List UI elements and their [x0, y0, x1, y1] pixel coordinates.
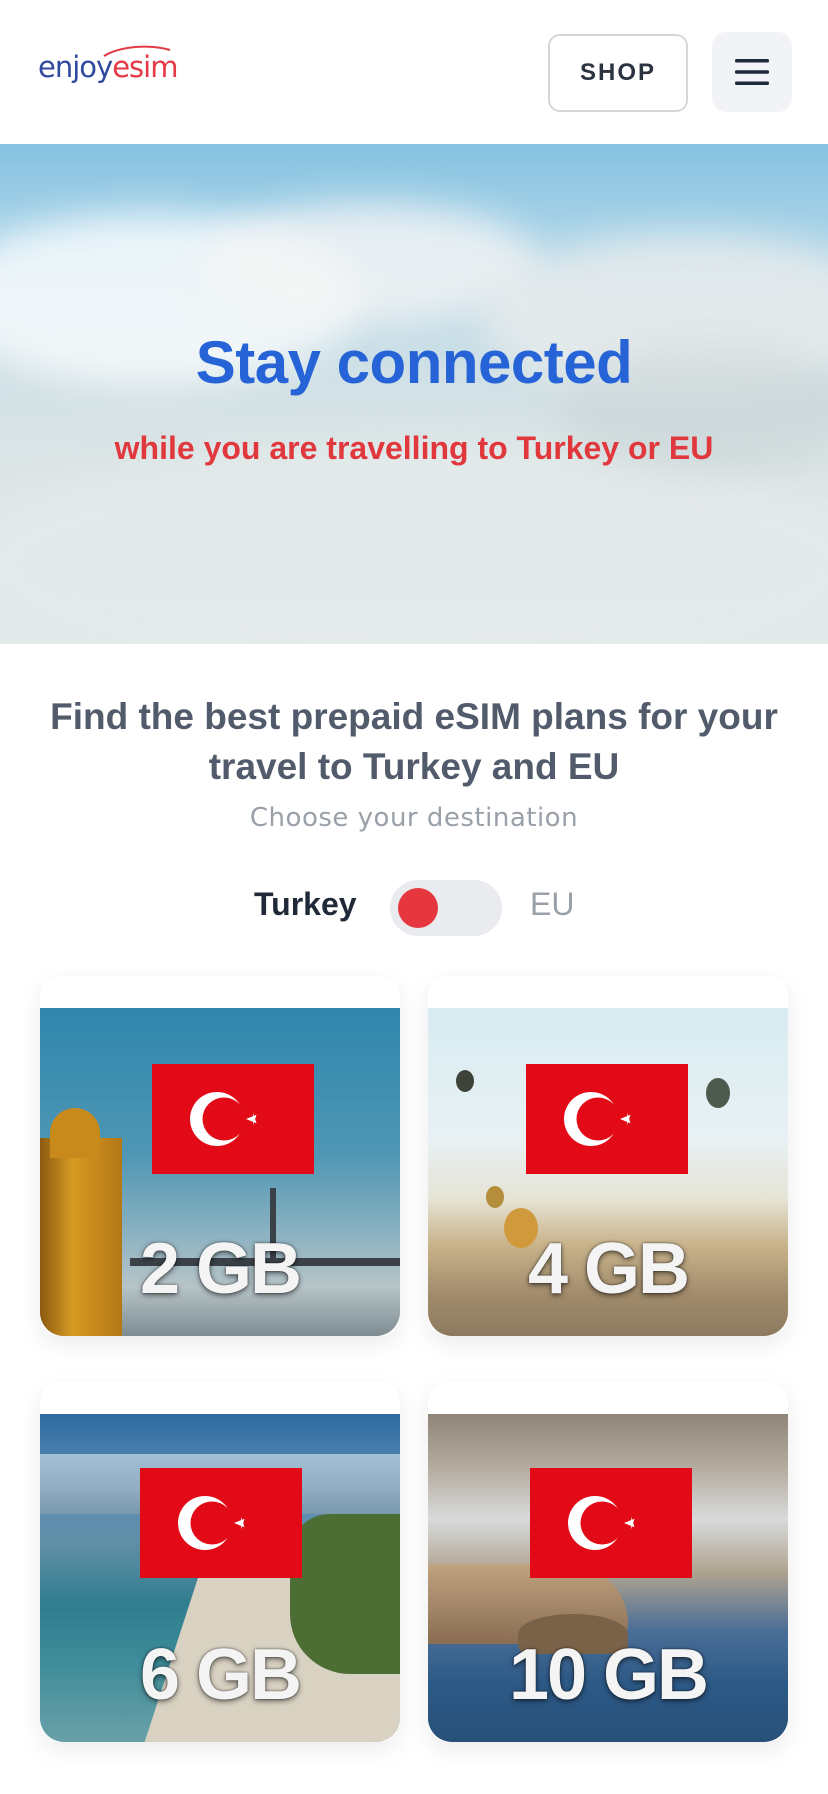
balloon-icon — [706, 1078, 730, 1108]
logo-text: enjoyesim — [38, 50, 178, 84]
plan-card-image: 10 GB — [428, 1414, 788, 1742]
turkey-flag-icon — [526, 1064, 688, 1174]
plan-card-6gb[interactable]: 6 GB — [40, 1382, 400, 1742]
destination-toggle-row: Turkey EU — [0, 880, 828, 936]
turkey-flag-icon — [530, 1468, 692, 1578]
hamburger-menu-icon — [735, 59, 769, 85]
header: enjoyesim SHOP — [0, 0, 828, 144]
toggle-label-eu[interactable]: EU — [530, 886, 574, 923]
logo-enjoy: enjoy — [38, 50, 113, 84]
logo-esim: esim — [112, 50, 178, 84]
balloon-icon — [456, 1070, 474, 1092]
balloon-icon — [486, 1186, 504, 1208]
plan-card-4gb[interactable]: 4 GB — [428, 976, 788, 1336]
turkey-flag-icon — [140, 1468, 302, 1578]
palace-dome — [50, 1108, 100, 1158]
logo[interactable]: enjoyesim — [38, 44, 178, 90]
toggle-knob — [398, 888, 438, 928]
shop-button[interactable]: SHOP — [548, 34, 688, 112]
plan-data-label: 4 GB — [527, 1229, 690, 1309]
hero-subtitle: while you are travelling to Turkey or EU — [114, 430, 714, 466]
section-subtitle: Choose your destination — [249, 803, 579, 833]
hero-banner: Stay connected while you are travelling … — [0, 144, 828, 644]
plan-card-image: 6 GB — [40, 1414, 400, 1742]
hero-cloud — [0, 444, 828, 644]
toggle-label-turkey[interactable]: Turkey — [254, 886, 357, 923]
plan-data-label: 2 GB — [139, 1229, 302, 1309]
plan-card-image: 2 GB — [40, 1008, 400, 1336]
plan-data-label: 10 GB — [508, 1635, 709, 1715]
hero-title: Stay connected — [195, 329, 633, 396]
plan-data-label: 6 GB — [139, 1635, 302, 1715]
plan-card-2gb[interactable]: 2 GB — [40, 976, 400, 1336]
turkey-flag-icon — [152, 1064, 314, 1174]
menu-button[interactable] — [712, 32, 792, 112]
section-title: Find the best prepaid eSIM plans for you… — [50, 696, 778, 787]
plan-card-image: 4 GB — [428, 1008, 788, 1336]
destination-toggle[interactable] — [390, 880, 502, 936]
plan-card-10gb[interactable]: 10 GB — [428, 1382, 788, 1742]
